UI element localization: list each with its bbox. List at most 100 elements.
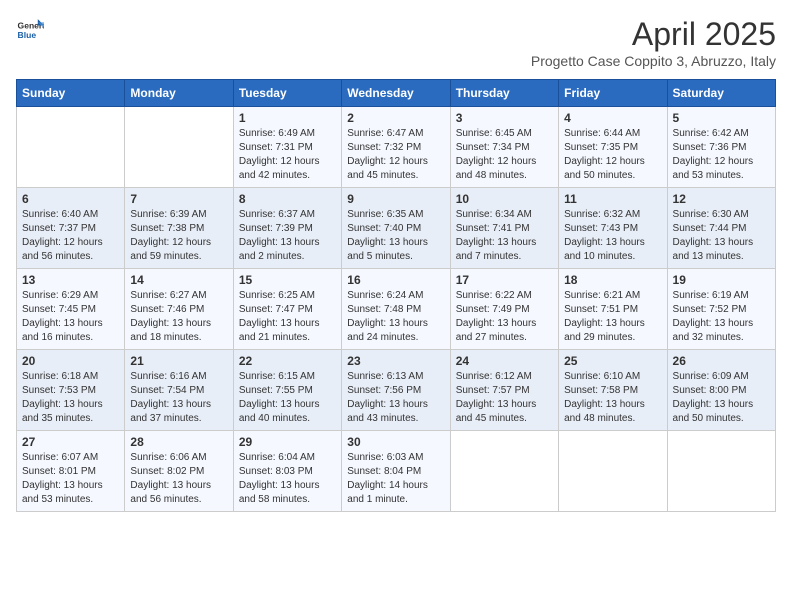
day-number: 21: [130, 354, 227, 368]
calendar-cell: 19Sunrise: 6:19 AM Sunset: 7:52 PM Dayli…: [667, 269, 775, 350]
calendar-cell: 9 Sunrise: 6:35 AM Sunset: 7:40 PM Daylig…: [342, 188, 450, 269]
day-info: Sunrise: 6:21 AM Sunset: 7:51 PM Dayligh…: [564, 289, 661, 345]
calendar-cell: [559, 431, 667, 512]
day-number: 10: [456, 192, 553, 206]
calendar-week-1: 1 Sunrise: 6:49 AM Sunset: 7:31 PM Daylig…: [17, 107, 776, 188]
calendar-week-3: 13 Sunrise: 6:29 AM Sunset: 7:45 PM Dayli…: [17, 269, 776, 350]
day-info: Sunrise: 6:39 AM Sunset: 7:38 PM Dayligh…: [130, 208, 227, 264]
day-info: Sunrise: 6:32 AM Sunset: 7:43 PM Dayligh…: [564, 208, 661, 264]
calendar-cell: 28 Sunrise: 6:06 AM Sunset: 8:02 PM Dayli…: [125, 431, 233, 512]
calendar-table: Sunday Monday Tuesday Wednesday Thursday…: [16, 79, 776, 512]
calendar-subtitle: Progetto Case Coppito 3, Abruzzo, Italy: [531, 53, 776, 69]
calendar-week-2: 6 Sunrise: 6:40 AM Sunset: 7:37 PM Daylig…: [17, 188, 776, 269]
page-header: General Blue April 2025 Progetto Case Co…: [16, 16, 776, 69]
calendar-cell: 1 Sunrise: 6:49 AM Sunset: 7:31 PM Daylig…: [233, 107, 341, 188]
calendar-cell: [17, 107, 125, 188]
col-tuesday: Tuesday: [233, 80, 341, 107]
col-sunday: Sunday: [17, 80, 125, 107]
calendar-header-row: Sunday Monday Tuesday Wednesday Thursday…: [17, 80, 776, 107]
calendar-cell: 15Sunrise: 6:25 AM Sunset: 7:47 PM Dayli…: [233, 269, 341, 350]
day-info: Sunrise: 6:42 AM Sunset: 7:36 PM Dayligh…: [673, 127, 770, 183]
day-number: 5: [673, 111, 770, 125]
day-info: Sunrise: 6:49 AM Sunset: 7:31 PM Dayligh…: [239, 127, 336, 183]
day-info: Sunrise: 6:34 AM Sunset: 7:41 PM Dayligh…: [456, 208, 553, 264]
day-number: 23: [347, 354, 444, 368]
calendar-cell: 27 Sunrise: 6:07 AM Sunset: 8:01 PM Dayli…: [17, 431, 125, 512]
calendar-cell: 26 Sunrise: 6:09 AM Sunset: 8:00 PM Dayli…: [667, 350, 775, 431]
day-info: Sunrise: 6:15 AM Sunset: 7:55 PM Dayligh…: [239, 370, 336, 426]
calendar-cell: 4 Sunrise: 6:44 AM Sunset: 7:35 PM Daylig…: [559, 107, 667, 188]
day-number: 12: [673, 192, 770, 206]
title-area: April 2025 Progetto Case Coppito 3, Abru…: [531, 16, 776, 69]
day-number: 11: [564, 192, 661, 206]
day-info: Sunrise: 6:30 AM Sunset: 7:44 PM Dayligh…: [673, 208, 770, 264]
day-info: Sunrise: 6:29 AM Sunset: 7:45 PM Dayligh…: [22, 289, 119, 345]
day-number: 25: [564, 354, 661, 368]
day-info: Sunrise: 6:24 AM Sunset: 7:48 PM Dayligh…: [347, 289, 444, 345]
calendar-cell: 3 Sunrise: 6:45 AM Sunset: 7:34 PM Daylig…: [450, 107, 558, 188]
logo-icon: General Blue: [16, 16, 44, 44]
calendar-week-4: 20 Sunrise: 6:18 AM Sunset: 7:53 PM Dayli…: [17, 350, 776, 431]
day-number: 27: [22, 435, 119, 449]
day-number: 14: [130, 273, 227, 287]
day-number: 2: [347, 111, 444, 125]
logo: General Blue: [16, 16, 44, 44]
calendar-cell: 7 Sunrise: 6:39 AM Sunset: 7:38 PM Daylig…: [125, 188, 233, 269]
day-info: Sunrise: 6:07 AM Sunset: 8:01 PM Dayligh…: [22, 451, 119, 507]
day-info: Sunrise: 6:06 AM Sunset: 8:02 PM Dayligh…: [130, 451, 227, 507]
day-number: 4: [564, 111, 661, 125]
calendar-cell: 11 Sunrise: 6:32 AM Sunset: 7:43 PM Dayli…: [559, 188, 667, 269]
day-number: 28: [130, 435, 227, 449]
day-number: 15: [239, 273, 336, 287]
calendar-body: 1 Sunrise: 6:49 AM Sunset: 7:31 PM Daylig…: [17, 107, 776, 512]
day-info: Sunrise: 6:19 AM Sunset: 7:52 PM Dayligh…: [673, 289, 770, 345]
day-info: Sunrise: 6:12 AM Sunset: 7:57 PM Dayligh…: [456, 370, 553, 426]
day-number: 29: [239, 435, 336, 449]
day-number: 30: [347, 435, 444, 449]
day-info: Sunrise: 6:44 AM Sunset: 7:35 PM Dayligh…: [564, 127, 661, 183]
calendar-cell: 30 Sunrise: 6:03 AM Sunset: 8:04 PM Dayli…: [342, 431, 450, 512]
day-number: 22: [239, 354, 336, 368]
svg-text:Blue: Blue: [18, 30, 37, 40]
day-number: 6: [22, 192, 119, 206]
month-title: April 2025: [531, 16, 776, 53]
day-info: Sunrise: 6:40 AM Sunset: 7:37 PM Dayligh…: [22, 208, 119, 264]
col-monday: Monday: [125, 80, 233, 107]
day-number: 26: [673, 354, 770, 368]
day-number: 20: [22, 354, 119, 368]
calendar-cell: 22 Sunrise: 6:15 AM Sunset: 7:55 PM Dayli…: [233, 350, 341, 431]
calendar-cell: 16 Sunrise: 6:24 AM Sunset: 7:48 PM Dayli…: [342, 269, 450, 350]
calendar-cell: 18 Sunrise: 6:21 AM Sunset: 7:51 PM Dayli…: [559, 269, 667, 350]
calendar-cell: 8Sunrise: 6:37 AM Sunset: 7:39 PM Daylig…: [233, 188, 341, 269]
day-info: Sunrise: 6:22 AM Sunset: 7:49 PM Dayligh…: [456, 289, 553, 345]
day-info: Sunrise: 6:13 AM Sunset: 7:56 PM Dayligh…: [347, 370, 444, 426]
calendar-cell: 6 Sunrise: 6:40 AM Sunset: 7:37 PM Daylig…: [17, 188, 125, 269]
day-number: 3: [456, 111, 553, 125]
calendar-cell: 29Sunrise: 6:04 AM Sunset: 8:03 PM Dayli…: [233, 431, 341, 512]
day-info: Sunrise: 6:18 AM Sunset: 7:53 PM Dayligh…: [22, 370, 119, 426]
day-number: 1: [239, 111, 336, 125]
day-info: Sunrise: 6:47 AM Sunset: 7:32 PM Dayligh…: [347, 127, 444, 183]
day-info: Sunrise: 6:27 AM Sunset: 7:46 PM Dayligh…: [130, 289, 227, 345]
day-number: 9: [347, 192, 444, 206]
day-number: 24: [456, 354, 553, 368]
calendar-week-5: 27 Sunrise: 6:07 AM Sunset: 8:01 PM Dayli…: [17, 431, 776, 512]
calendar-cell: 5 Sunrise: 6:42 AM Sunset: 7:36 PM Daylig…: [667, 107, 775, 188]
calendar-cell: 21Sunrise: 6:16 AM Sunset: 7:54 PM Dayli…: [125, 350, 233, 431]
calendar-cell: 13 Sunrise: 6:29 AM Sunset: 7:45 PM Dayli…: [17, 269, 125, 350]
day-number: 16: [347, 273, 444, 287]
calendar-cell: 2 Sunrise: 6:47 AM Sunset: 7:32 PM Daylig…: [342, 107, 450, 188]
day-info: Sunrise: 6:45 AM Sunset: 7:34 PM Dayligh…: [456, 127, 553, 183]
day-info: Sunrise: 6:09 AM Sunset: 8:00 PM Dayligh…: [673, 370, 770, 426]
calendar-cell: [667, 431, 775, 512]
col-saturday: Saturday: [667, 80, 775, 107]
day-number: 7: [130, 192, 227, 206]
day-info: Sunrise: 6:10 AM Sunset: 7:58 PM Dayligh…: [564, 370, 661, 426]
calendar-cell: 12 Sunrise: 6:30 AM Sunset: 7:44 PM Dayli…: [667, 188, 775, 269]
day-number: 13: [22, 273, 119, 287]
calendar-cell: [125, 107, 233, 188]
day-info: Sunrise: 6:03 AM Sunset: 8:04 PM Dayligh…: [347, 451, 444, 507]
col-thursday: Thursday: [450, 80, 558, 107]
day-number: 18: [564, 273, 661, 287]
day-info: Sunrise: 6:35 AM Sunset: 7:40 PM Dayligh…: [347, 208, 444, 264]
